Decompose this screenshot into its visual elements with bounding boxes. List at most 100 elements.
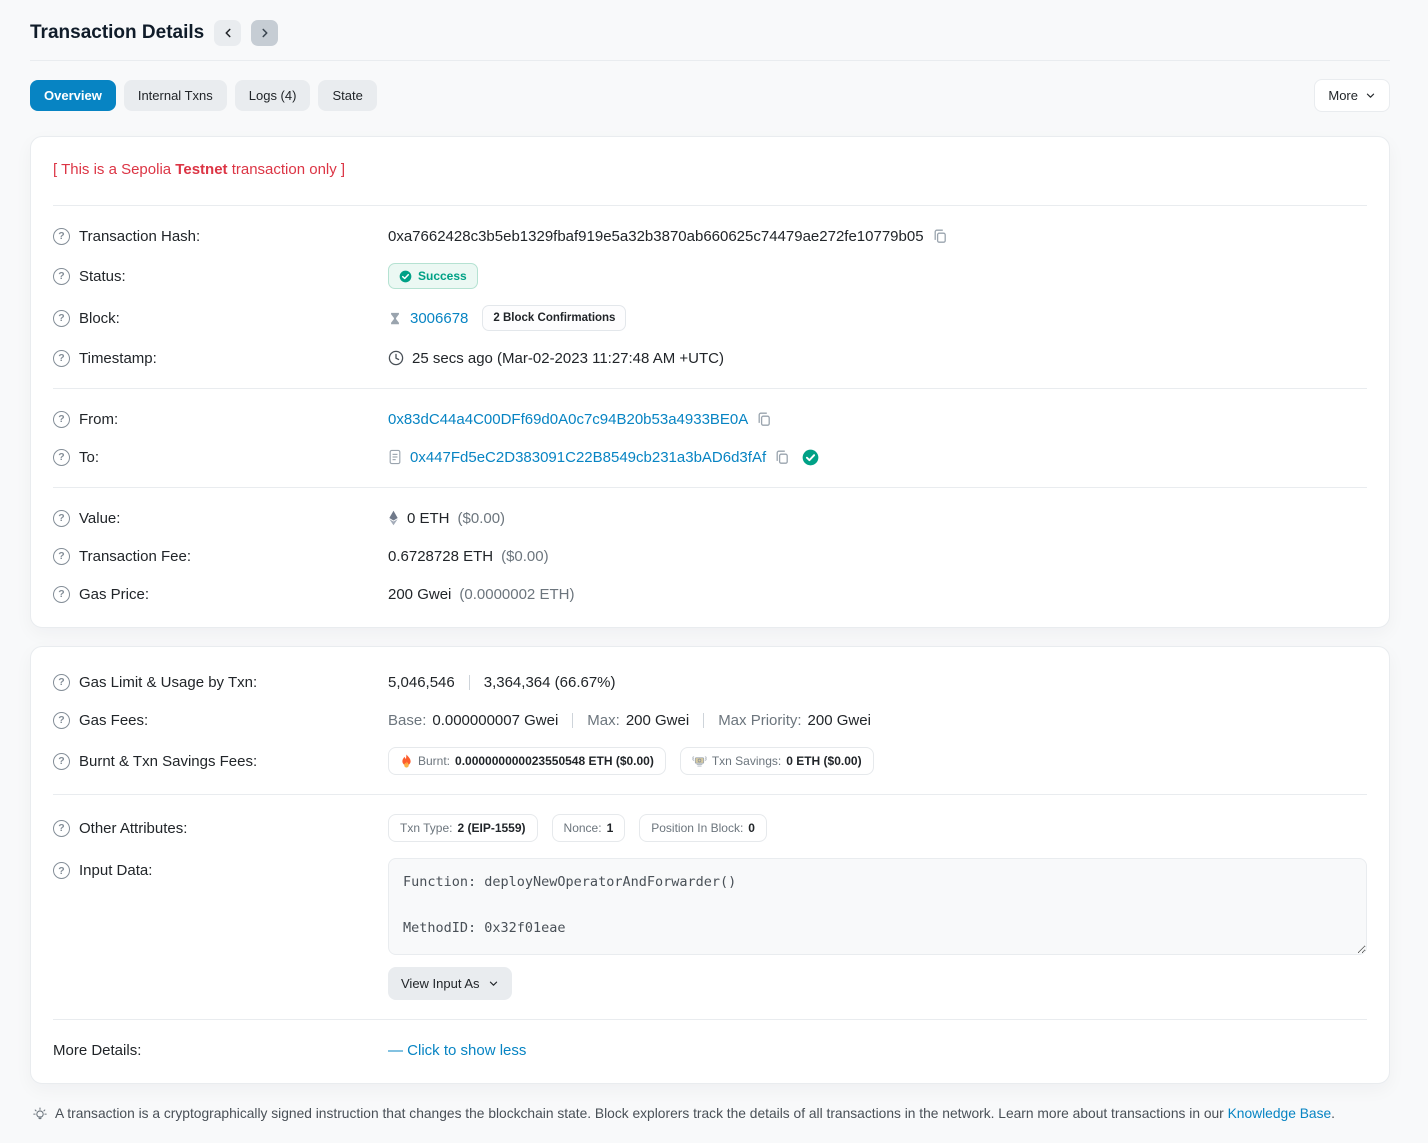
more-dropdown-label: More [1328,88,1358,103]
page: Transaction Details Overview Internal Tx… [0,0,1428,1143]
header-divider [30,60,1390,61]
block-label: Block: [79,310,120,327]
max-fee-value: 200 Gwei [626,712,689,729]
footer-text: A transaction is a cryptographically sig… [55,1106,1228,1121]
knowledge-base-link[interactable]: Knowledge Base [1228,1106,1332,1121]
show-less-link[interactable]: — Click to show less [388,1042,526,1059]
nonce-badge: Nonce: 1 [552,814,626,842]
help-icon[interactable]: ? [53,586,70,603]
copy-to-address-button[interactable] [774,449,790,465]
max-priority-fee-label: Max Priority: [718,712,801,729]
page-title: Transaction Details [30,22,204,44]
status-badge: Success [388,263,478,289]
separator [703,713,704,728]
copy-icon [756,411,772,427]
view-input-as-button[interactable]: View Input As [388,967,512,1000]
copy-transaction-hash-button[interactable] [932,228,948,244]
timestamp-label: Timestamp: [79,350,157,367]
transaction-fee-usd: ($0.00) [501,548,549,565]
help-icon[interactable]: ? [53,548,70,565]
burnt-fees-row: ? Burnt & Txn Savings Fees: Burnt: 0.000… [53,739,1367,783]
footer-note: A transaction is a cryptographically sig… [30,1102,1390,1123]
txn-type-value: 2 (EIP-1559) [457,821,525,835]
divider [53,794,1367,795]
from-address-link[interactable]: 0x83dC44a4C00DFf69d0A0c7c94B20b53a4933BE… [388,411,748,428]
gas-limit-label: Gas Limit & Usage by Txn: [79,674,257,691]
verified-check-circle-icon [802,449,819,466]
burnt-fee-badge: Burnt: 0.000000000023550548 ETH ($0.00) [388,747,666,775]
help-icon[interactable]: ? [53,310,70,327]
contract-file-icon [388,449,402,465]
copy-icon [774,449,790,465]
help-icon[interactable]: ? [53,862,70,879]
tab-logs[interactable]: Logs (4) [235,80,311,111]
base-fee-value: 0.000000007 Gwei [432,712,558,729]
position-in-block-badge: Position In Block: 0 [639,814,767,842]
chevron-down-icon [488,978,499,989]
position-in-block-label: Position In Block: [651,821,743,835]
block-number-link[interactable]: 3006678 [410,310,468,327]
txn-savings-badge: Txn Savings: 0 ETH ($0.00) [680,747,874,775]
transaction-fee-row: ? Transaction Fee: 0.6728728 ETH ($0.00) [53,537,1367,575]
nonce-value: 1 [607,821,614,835]
txn-savings-label: Txn Savings: [712,754,781,768]
value-label: Value: [79,510,120,527]
clock-icon [388,350,404,366]
chevron-right-icon [258,26,272,40]
eth-icon [388,510,399,526]
more-dropdown-button[interactable]: More [1314,79,1390,112]
from-row: ? From: 0x83dC44a4C00DFf69d0A0c7c94B20b5… [53,400,1367,438]
help-icon[interactable]: ? [53,268,70,285]
testnet-banner-text: [ This is a Sepolia [53,161,175,178]
more-details-row: More Details: — Click to show less [53,1031,1367,1069]
copy-icon [932,228,948,244]
help-icon[interactable]: ? [53,674,70,691]
value-row: ? Value: 0 ETH ($0.00) [53,499,1367,537]
help-icon[interactable]: ? [53,228,70,245]
footer-suffix: . [1331,1106,1335,1121]
tab-internal-txns[interactable]: Internal Txns [124,80,227,111]
chevron-left-icon [221,26,235,40]
help-icon[interactable]: ? [53,350,70,367]
hourglass-icon [388,311,402,326]
help-icon[interactable]: ? [53,510,70,527]
status-value: Success [418,269,467,283]
to-address-link[interactable]: 0x447Fd5eC2D383091C22B8549cb231a3bAD6d3f… [410,449,766,466]
help-icon[interactable]: ? [53,712,70,729]
testnet-banner: [ This is a Sepolia Testnet transaction … [53,147,1367,194]
copy-from-address-button[interactable] [756,411,772,427]
transaction-fee-amount: 0.6728728 ETH [388,548,493,565]
block-confirmations-badge: 2 Block Confirmations [482,305,626,331]
timestamp-row: ? Timestamp: 25 secs ago (Mar-02-2023 11… [53,339,1367,377]
tab-overview[interactable]: Overview [30,80,116,111]
timestamp-value: 25 secs ago (Mar-02-2023 11:27:48 AM +UT… [412,350,724,367]
status-row: ? Status: Success [53,255,1367,297]
gas-fees-label: Gas Fees: [79,712,148,729]
nonce-label: Nonce: [564,821,602,835]
gas-price-amount: 200 Gwei [388,586,451,603]
transaction-fee-label: Transaction Fee: [79,548,191,565]
prev-transaction-button[interactable] [214,20,241,46]
input-data-textarea[interactable]: Function: deployNewOperatorAndForwarder(… [388,858,1367,955]
lightbulb-icon [32,1107,48,1123]
help-icon[interactable]: ? [53,411,70,428]
other-attributes-row: ? Other Attributes: Txn Type: 2 (EIP-155… [53,806,1367,850]
view-input-as-label: View Input As [401,976,480,991]
details-card: ? Gas Limit & Usage by Txn: 5,046,546 3,… [30,646,1390,1084]
separator [469,675,470,690]
txn-type-label: Txn Type: [400,821,452,835]
help-icon[interactable]: ? [53,753,70,770]
separator [572,713,573,728]
help-icon[interactable]: ? [53,820,70,837]
max-priority-fee-value: 200 Gwei [808,712,871,729]
burnt-fees-label: Burnt & Txn Savings Fees: [79,753,257,770]
from-label: From: [79,411,118,428]
page-header: Transaction Details [30,14,1390,60]
position-in-block-value: 0 [748,821,755,835]
tab-state[interactable]: State [318,80,376,111]
help-icon[interactable]: ? [53,449,70,466]
value-usd: ($0.00) [458,510,506,527]
gas-price-label: Gas Price: [79,586,149,603]
next-transaction-button[interactable] [251,20,278,46]
input-data-row: ? Input Data: Function: deployNewOperato… [53,850,1367,1008]
